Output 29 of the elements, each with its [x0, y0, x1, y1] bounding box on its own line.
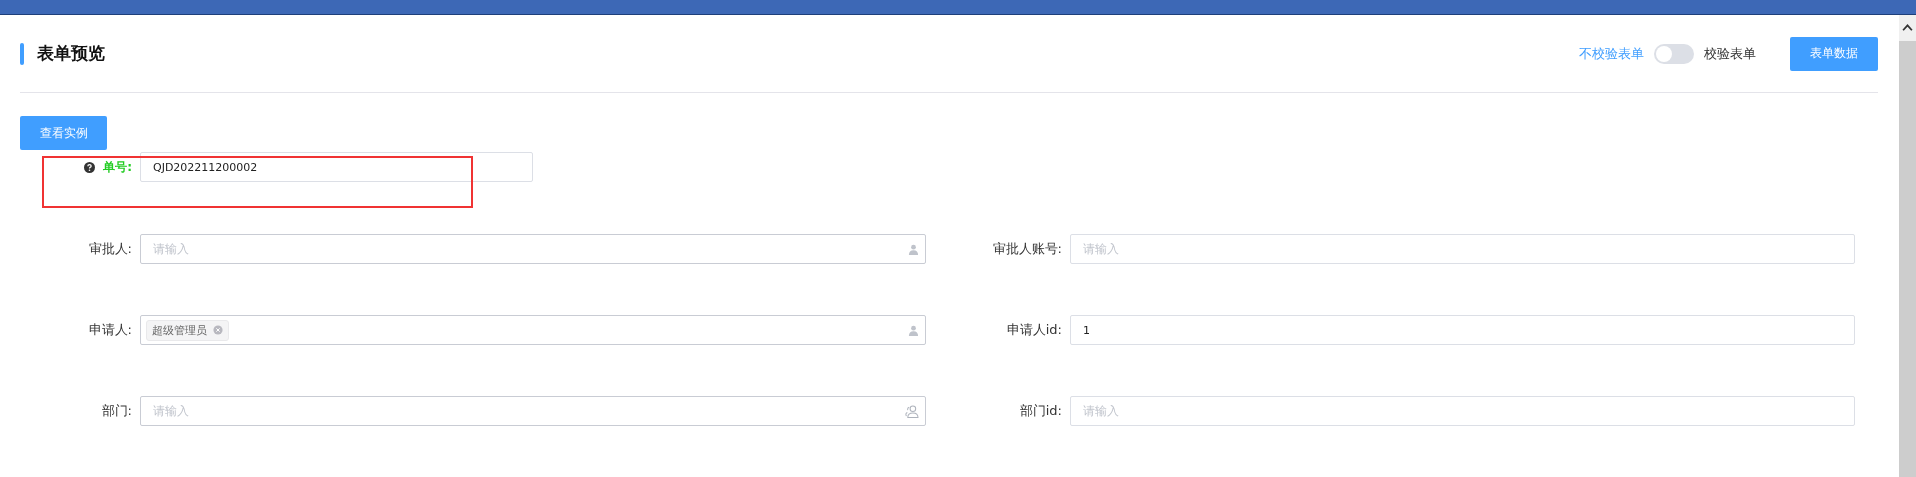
- users-icon[interactable]: [904, 404, 919, 418]
- view-example-button[interactable]: 查看实例: [20, 116, 107, 150]
- order-number-label: 单号:: [103, 158, 132, 176]
- field-label: 部门id:: [1018, 402, 1062, 420]
- help-icon[interactable]: [84, 161, 96, 173]
- title-accent: [20, 42, 24, 65]
- scroll-up-icon[interactable]: [1902, 23, 1913, 32]
- user-icon[interactable]: [908, 243, 919, 255]
- validation-switch[interactable]: [1654, 43, 1694, 64]
- input-field[interactable]: 请输入: [140, 396, 926, 426]
- validation-off-label: 不校验表单: [1579, 44, 1644, 63]
- field-label: 部门:: [100, 402, 132, 420]
- user-icon[interactable]: [908, 324, 919, 336]
- scrollbar[interactable]: [1899, 15, 1916, 477]
- user-tag: 超级管理员: [146, 319, 229, 341]
- order-number-field[interactable]: QJD202211200002: [140, 152, 533, 182]
- input-field[interactable]: 超级管理员: [140, 315, 926, 345]
- input-field[interactable]: 请输入: [1070, 396, 1855, 426]
- validation-on-label: 校验表单: [1704, 44, 1756, 63]
- form-data-button[interactable]: 表单数据: [1790, 36, 1878, 71]
- field-label: 申请人id:: [1005, 321, 1062, 339]
- field-label: 审批人账号:: [991, 240, 1062, 258]
- input-field[interactable]: 请输入: [1070, 234, 1855, 264]
- remove-tag-icon[interactable]: [213, 325, 223, 335]
- field-label: 审批人:: [87, 240, 132, 258]
- field-label: 申请人:: [87, 321, 132, 339]
- page-title: 表单预览: [37, 42, 105, 65]
- input-field[interactable]: 1: [1070, 315, 1855, 345]
- input-field[interactable]: 请输入: [140, 234, 926, 264]
